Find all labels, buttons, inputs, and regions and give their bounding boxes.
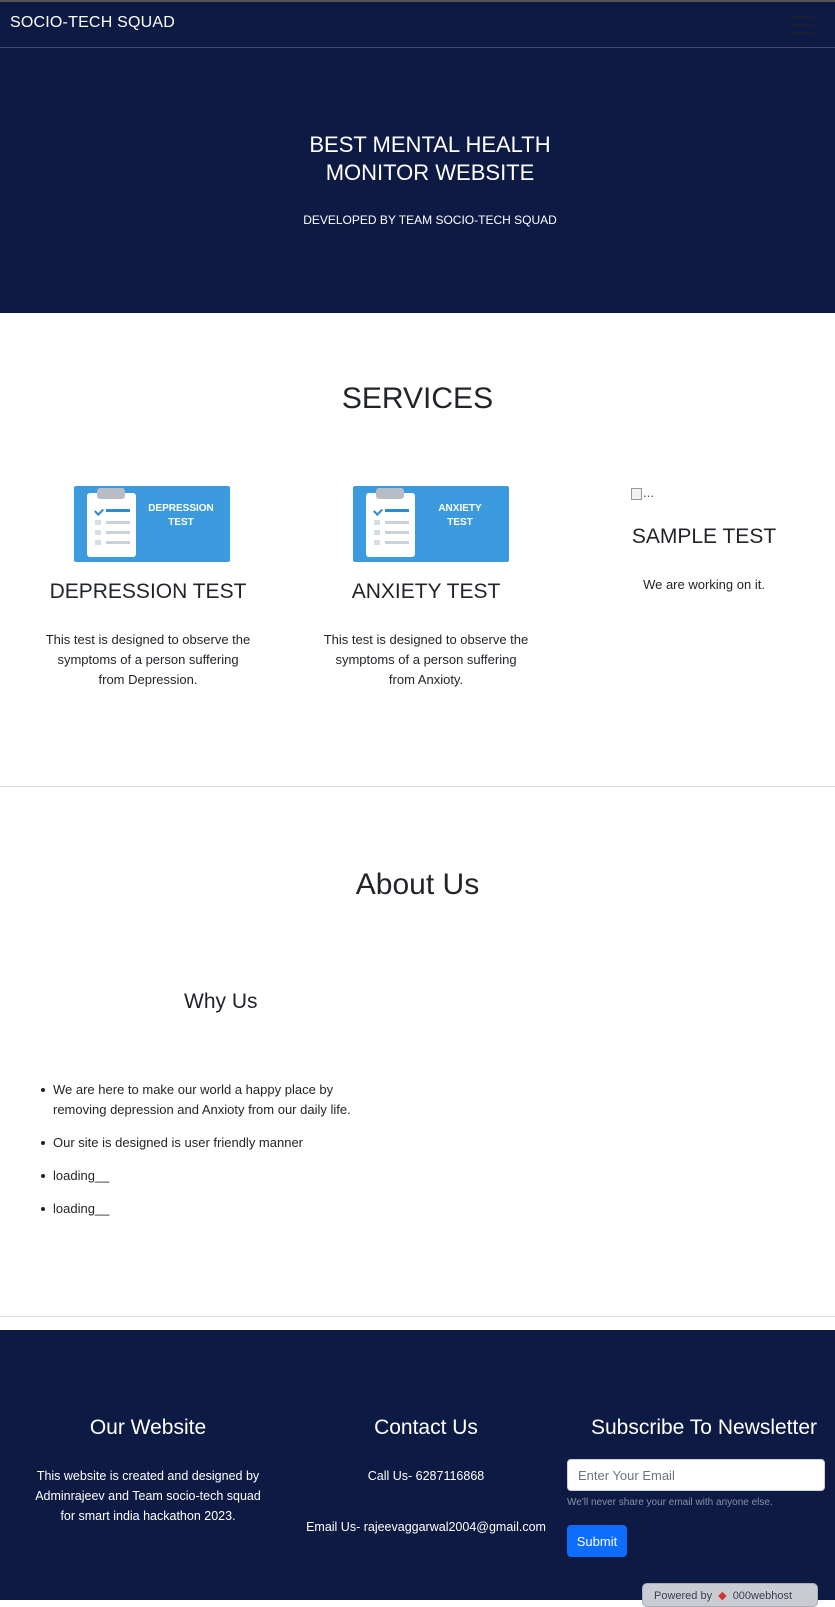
brand-logo-text[interactable]: SOCIO-TECH SQUAD xyxy=(10,14,175,32)
submit-button[interactable]: Submit xyxy=(567,1525,627,1557)
why-us-list: We are here to make our world a happy pl… xyxy=(40,1080,380,1232)
image-label: ANXIETY TEST xyxy=(438,503,482,528)
section-divider xyxy=(0,1316,835,1317)
anxiety-test-image[interactable]: ANXIETY TEST xyxy=(353,486,509,562)
about-heading: About Us xyxy=(355,868,480,901)
list-item: loading__ xyxy=(40,1199,380,1219)
webhost-logo-icon: ◆ xyxy=(718,1590,727,1602)
depression-test-image[interactable]: DEPRESSION TEST xyxy=(74,486,230,562)
services-heading: SERVICES xyxy=(341,382,494,415)
sample-test-description: We are working on it. xyxy=(643,577,765,592)
footer-contact-heading: Contact Us xyxy=(374,1416,478,1439)
navbar: SOCIO-TECH SQUAD xyxy=(0,0,835,48)
list-item: We are here to make our world a happy pl… xyxy=(40,1080,380,1120)
hero-subtitle: DEVELOPED BY TEAM SOCIO-TECH SQUAD xyxy=(303,213,557,227)
powered-by-badge[interactable]: Powered by ◆ 000webhost xyxy=(642,1583,818,1607)
depression-test-description: This test is designed to observe the sym… xyxy=(45,632,251,687)
hamburger-icon[interactable] xyxy=(789,16,813,34)
footer-website-text: This website is created and designed by … xyxy=(35,1469,261,1523)
clipboard-icon xyxy=(87,488,136,557)
list-item: loading__ xyxy=(40,1166,380,1186)
hero-title: BEST MENTAL HEALTH MONITOR WEBSITE xyxy=(309,132,551,185)
broken-image: ... xyxy=(631,485,654,500)
contact-phone[interactable]: Call Us- 6287116868 xyxy=(296,1466,556,1486)
section-divider xyxy=(0,786,835,787)
clipboard-icon xyxy=(366,488,415,557)
why-us-heading: Why Us xyxy=(184,990,258,1013)
broken-image-icon xyxy=(631,487,642,500)
image-label: DEPRESSION TEST xyxy=(148,503,214,528)
anxiety-test-heading[interactable]: ANXIETY TEST xyxy=(326,580,526,604)
newsletter-email-input[interactable] xyxy=(567,1459,825,1491)
hero-section: BEST MENTAL HEALTH MONITOR WEBSITE DEVEL… xyxy=(0,48,835,313)
email-help-text: We'll never share your email with anyone… xyxy=(567,1497,773,1508)
powered-by-brand: 000webhost xyxy=(732,1590,793,1602)
powered-by-prefix: Powered by xyxy=(654,1590,713,1602)
newsletter-heading: Subscribe To Newsletter xyxy=(590,1416,818,1439)
sample-test-heading[interactable]: SAMPLE TEST xyxy=(604,525,804,549)
list-item: Our site is designed is user friendly ma… xyxy=(40,1133,380,1153)
contact-email[interactable]: Email Us- rajeevaggarwal2004@gmail.com xyxy=(296,1517,556,1537)
anxiety-test-description: This test is designed to observe the sym… xyxy=(323,632,529,687)
depression-test-heading[interactable]: DEPRESSION TEST xyxy=(48,580,248,604)
footer-website-heading: Our Website xyxy=(89,1416,207,1439)
